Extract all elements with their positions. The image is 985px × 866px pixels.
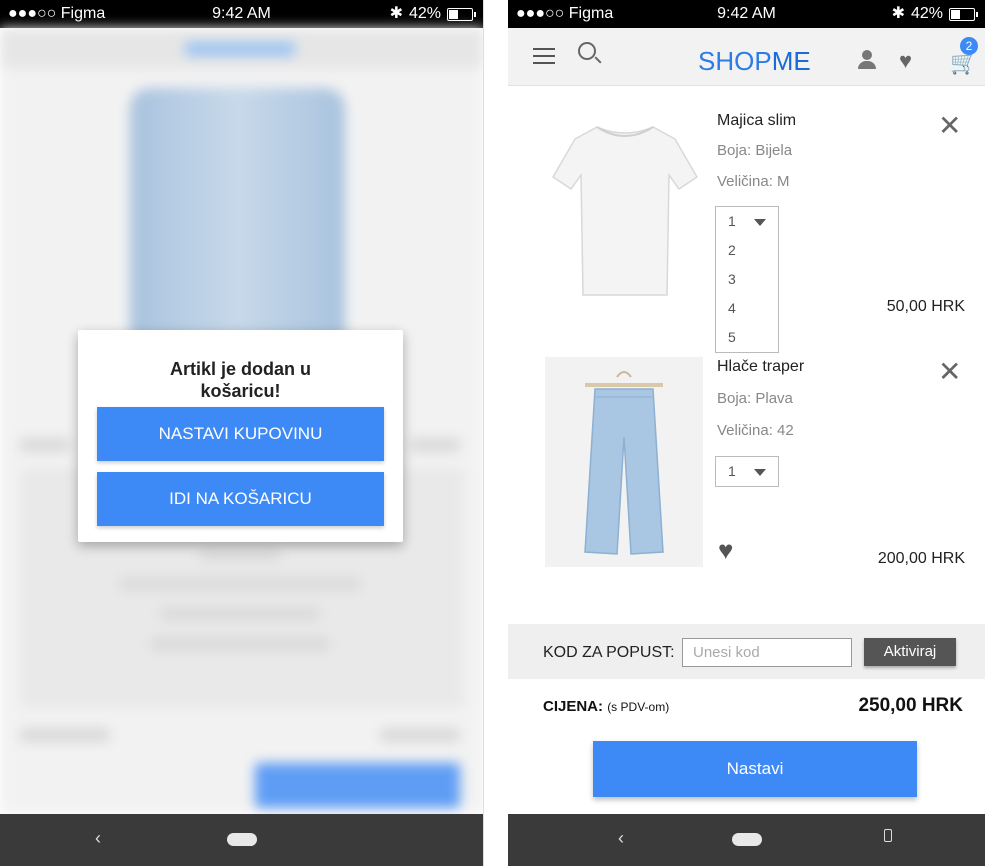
menu-icon[interactable] [533,48,555,64]
bluetooth-icon: ✱ [389,5,403,22]
android-nav-bar: ‹ [508,814,985,866]
cart-count-badge: 2 [960,37,978,55]
item-price: 50,00 HRK [886,298,965,315]
discount-section: KOD ZA POPUST: Aktiviraj [508,624,985,679]
qty-option[interactable]: 2 [716,236,778,265]
status-bar: ●●●○○ Figma 9:42 AM ✱ 42% [508,0,985,28]
qty-option[interactable]: 5 [716,323,778,352]
chevron-down-icon [754,469,766,476]
battery-percent: 42% [910,5,943,22]
item-color: Boja: Plava [717,390,793,407]
close-icon[interactable]: ✕ [938,112,961,140]
left-screen: ●●●○○ Figma 9:42 AM ✱ 42% Artikl je dodan… [0,0,484,866]
quantity-select[interactable]: 1 [715,456,779,487]
discount-label: KOD ZA POPUST: [543,644,675,661]
item-size: Veličina: M [717,173,790,190]
go-to-cart-button[interactable]: IDI NA KOŠARICU [97,472,384,526]
total-value: 250,00 HRK [858,695,963,716]
home-icon[interactable] [226,833,257,846]
user-icon[interactable] [858,50,876,69]
home-icon[interactable] [731,833,762,846]
close-icon[interactable]: ✕ [938,358,961,386]
status-bar: ●●●○○ Figma 9:42 AM ✱ 42% [0,0,483,28]
chevron-down-icon [754,219,766,226]
battery-percent: 42% [408,5,441,22]
qty-selected[interactable]: 1 [716,457,778,486]
added-to-cart-modal: Artikl je dodan u košaricu! NASTAVI KUPO… [78,330,403,542]
bluetooth-icon: ✱ [891,5,905,22]
heart-icon[interactable]: ♥ [718,535,733,566]
tshirt-image [545,105,703,315]
activate-button[interactable]: Aktiviraj [864,638,956,666]
continue-shopping-button[interactable]: NASTAVI KUPOVINU [97,407,384,461]
item-name: Hlače traper [717,358,805,375]
qty-option[interactable]: 3 [716,265,778,294]
heart-icon[interactable]: ♥ [899,48,912,74]
search-icon[interactable] [578,42,596,60]
battery-icon [949,7,978,21]
total-label: CIJENA: (s PDV-om) [543,698,670,715]
discount-code-input[interactable] [682,638,852,667]
right-screen: ●●●○○ Figma 9:42 AM ✱ 42% SHOPME ♥ 🛒 2 Ma… [508,0,985,866]
quantity-select-open[interactable]: 1 2 3 4 5 [715,206,779,353]
battery-icon [447,7,476,21]
continue-button[interactable]: Nastavi [593,741,917,797]
back-icon[interactable]: ‹ [95,828,101,849]
android-nav-bar: ‹ [0,814,483,866]
modal-title: Artikl je dodan u košaricu! [169,359,311,401]
back-icon[interactable]: ‹ [618,828,624,849]
shop-logo[interactable]: SHOPME [698,46,811,77]
item-color: Boja: Bijela [717,142,793,159]
qty-selected[interactable]: 1 [716,207,778,236]
jeans-image [545,357,703,567]
vat-note: (s PDV-om) [607,700,670,714]
item-name: Majica slim [717,112,797,129]
item-price: 200,00 HRK [877,550,965,567]
rotate-icon[interactable] [884,829,892,842]
qty-option[interactable]: 4 [716,294,778,323]
item-size: Veličina: 42 [717,422,794,439]
app-header: SHOPME ♥ 🛒 2 [508,28,985,86]
